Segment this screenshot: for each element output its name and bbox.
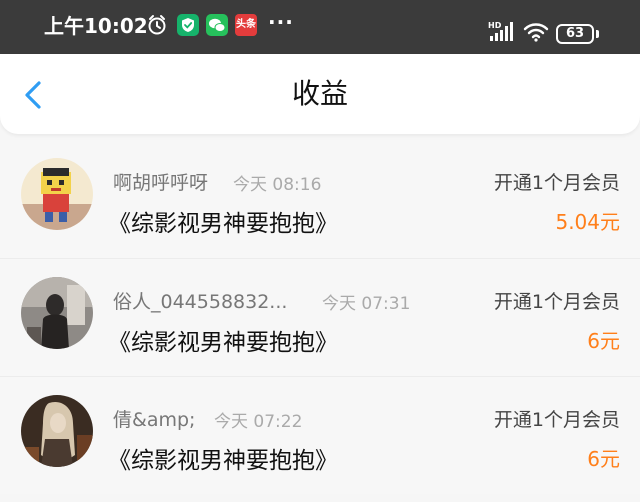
back-arrow-icon[interactable] xyxy=(18,78,52,112)
earnings-list: 啊胡呼呼呀 今天 08:16 开通1个月会员 《综影视男神要抱抱》 5.04元 … xyxy=(0,140,640,494)
security-app-icon xyxy=(177,14,199,36)
purchase-time: 今天 07:22 xyxy=(214,412,303,432)
earning-amount: 6元 xyxy=(587,329,620,353)
earning-amount: 6元 xyxy=(587,447,620,471)
buyer-name: 俗人_044558832... xyxy=(113,291,288,313)
purchase-action: 开通1个月会员 xyxy=(493,409,620,431)
earning-amount: 5.04元 xyxy=(555,210,620,234)
wifi-icon xyxy=(523,23,549,42)
user-avatar[interactable] xyxy=(21,158,93,230)
status-time: 上午10:02 xyxy=(44,14,148,38)
earnings-item[interactable]: 俗人_044558832... 今天 07:31 开通1个月会员 《综影视男神要… xyxy=(0,258,640,376)
purchase-time: 今天 08:16 xyxy=(233,175,322,195)
user-avatar[interactable] xyxy=(21,395,93,467)
page-header: 收益 xyxy=(0,54,640,134)
hd-label: HD xyxy=(488,21,502,30)
book-title: 《综影视男神要抱抱》 xyxy=(108,330,338,356)
earnings-item[interactable]: 啊胡呼呼呀 今天 08:16 开通1个月会员 《综影视男神要抱抱》 5.04元 xyxy=(0,140,640,258)
battery-indicator: 63 xyxy=(556,24,594,44)
signal-icon: HD xyxy=(488,21,513,41)
battery-cap xyxy=(596,30,599,38)
user-avatar[interactable] xyxy=(21,277,93,349)
alarm-icon xyxy=(148,15,166,35)
purchase-time: 今天 07:31 xyxy=(322,294,411,314)
wechat-icon xyxy=(206,14,228,36)
page-title: 收益 xyxy=(291,77,348,110)
status-bar: 上午10:02 头条 ··· HD 63 xyxy=(0,0,640,54)
purchase-action: 开通1个月会员 xyxy=(493,172,620,194)
book-title: 《综影视男神要抱抱》 xyxy=(108,211,338,237)
purchase-action: 开通1个月会员 xyxy=(493,291,620,313)
buyer-name: 倩&amp; xyxy=(113,409,196,431)
buyer-name: 啊胡呼呼呀 xyxy=(113,172,209,194)
more-notifications-icon: ··· xyxy=(268,10,294,34)
earnings-item[interactable]: 倩&amp; 今天 07:22 开通1个月会员 《综影视男神要抱抱》 6元 xyxy=(0,376,640,494)
book-title: 《综影视男神要抱抱》 xyxy=(108,448,338,474)
toutiao-app-icon: 头条 xyxy=(235,14,257,36)
